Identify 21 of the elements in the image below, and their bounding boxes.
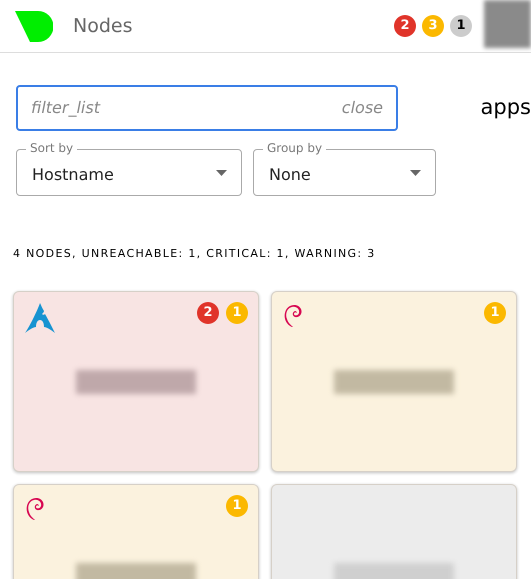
mountain-logo-icon xyxy=(24,302,56,334)
count-badge: 1 xyxy=(450,15,472,37)
dropdown-label: Sort by xyxy=(26,140,78,156)
count-badge: 1 xyxy=(484,302,506,324)
dropdown-caret-icon xyxy=(216,170,227,176)
filter-icon-label: filter_list xyxy=(31,97,100,119)
page-title: Nodes xyxy=(73,14,132,39)
user-avatar[interactable] xyxy=(484,0,531,48)
node-card[interactable]: 2 1 xyxy=(13,290,259,472)
dropdown-caret-icon xyxy=(410,170,421,176)
apps-menu-button[interactable]: apps xyxy=(480,92,531,124)
count-badge: 2 xyxy=(394,15,416,37)
dropdown-label: Group by xyxy=(263,140,326,156)
count-badge: 3 xyxy=(422,15,444,37)
count-badge: 2 xyxy=(197,302,219,324)
clear-button[interactable]: close xyxy=(342,96,383,120)
count-badge: 1 xyxy=(226,494,248,516)
filter-field[interactable]: filter_list close xyxy=(16,85,398,131)
count-badge: 1 xyxy=(226,302,248,324)
app-logo-icon[interactable] xyxy=(15,10,53,42)
node-summary: 4 NODES, UNREACHABLE: 1, CRITICAL: 1, WARNING: 3 xyxy=(13,246,377,262)
